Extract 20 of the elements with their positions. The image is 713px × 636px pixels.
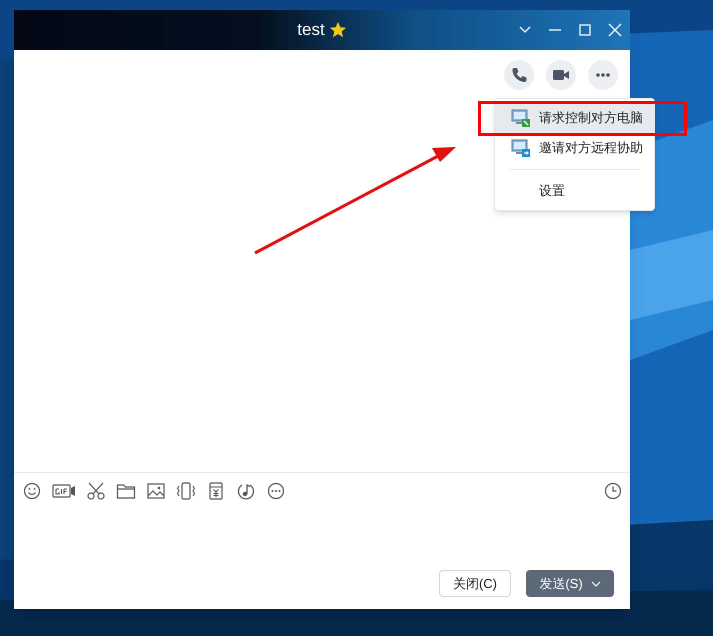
menu-item[interactable]: 邀请对方远程协助 <box>495 133 654 163</box>
scissors-icon[interactable] <box>86 480 106 500</box>
more-icon[interactable] <box>588 60 618 90</box>
window-title: test <box>297 19 325 42</box>
close-icon[interactable] <box>608 23 622 37</box>
menu-item[interactable]: 设置 <box>495 176 654 206</box>
monitor-icon <box>511 109 531 127</box>
video-camera-icon[interactable] <box>546 60 576 90</box>
more-icon[interactable] <box>266 480 286 500</box>
image-icon[interactable] <box>146 480 166 500</box>
maximize-icon[interactable] <box>578 23 592 37</box>
clock-icon[interactable] <box>604 482 622 500</box>
caret-icon[interactable] <box>590 578 601 588</box>
close-button[interactable]: 关闭(C) <box>439 570 511 597</box>
phone-vibrate-icon[interactable] <box>176 480 196 500</box>
monitor-icon <box>511 139 531 157</box>
smiley-icon[interactable] <box>22 480 42 500</box>
menu-item[interactable]: 请求控制对方电脑 <box>495 103 654 133</box>
phone-icon[interactable] <box>504 60 534 90</box>
send-button[interactable]: 发送(S) <box>526 570 614 597</box>
